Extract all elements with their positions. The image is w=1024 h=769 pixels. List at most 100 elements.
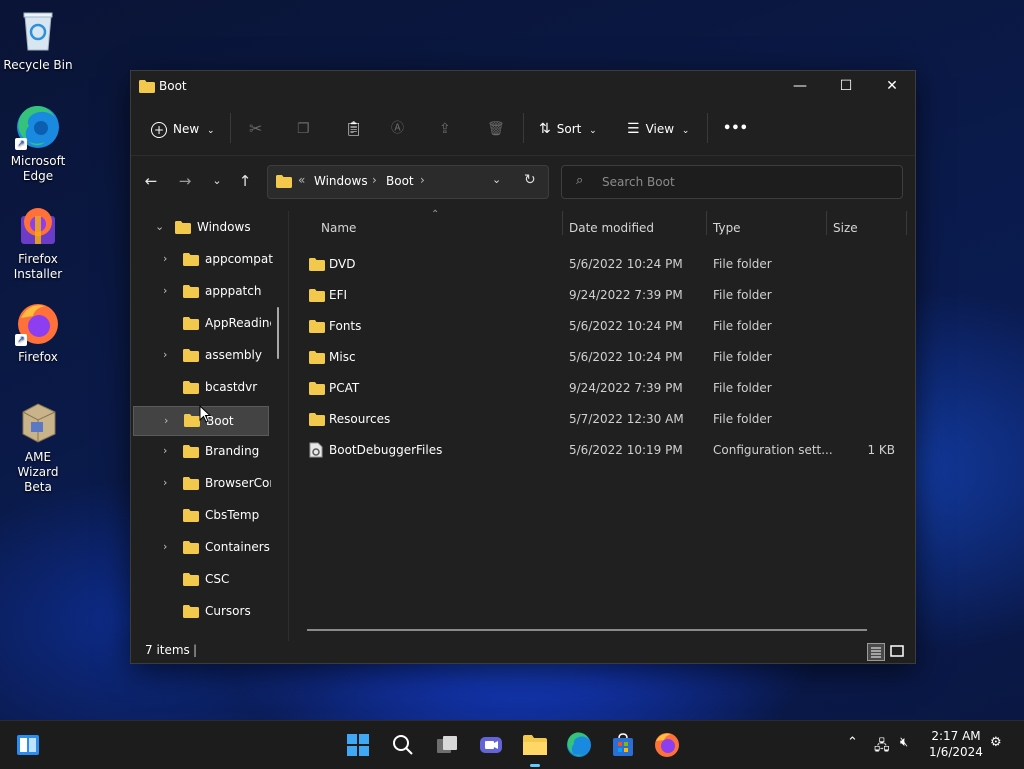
edge-icon[interactable] (565, 731, 593, 759)
widgets-icon[interactable] (14, 731, 42, 759)
desktop-icon-firefox[interactable]: ↗ Firefox (0, 300, 76, 365)
share-icon[interactable]: ⇪ (439, 115, 451, 143)
file-date: 5/6/2022 10:24 PM (569, 350, 683, 364)
column-header-size[interactable]: Size (833, 215, 858, 241)
table-row[interactable]: BootDebuggerFiles 5/6/2022 10:19 PM Conf… (289, 435, 909, 466)
tree-item-apppatch[interactable]: › apppatch (131, 277, 287, 305)
chevron-right-icon[interactable]: › (163, 277, 167, 305)
delete-icon[interactable]: 🗑︎ (487, 115, 505, 143)
desktop-icon-microsoft-edge[interactable]: ↗ Microsoft Edge (0, 104, 76, 184)
address-overflow[interactable]: « (298, 173, 305, 187)
table-row[interactable]: EFI 9/24/2022 7:39 PM File folder (289, 280, 909, 311)
table-row[interactable]: Resources 5/7/2022 12:30 AM File folder (289, 404, 909, 435)
table-row[interactable]: Misc 5/6/2022 10:24 PM File folder (289, 342, 909, 373)
title-bar[interactable]: Boot — ☐ ✕ (131, 71, 915, 101)
sort-icon: ⇅ (539, 121, 551, 137)
chevron-right-icon[interactable]: › (163, 469, 167, 497)
search-input[interactable]: Search Boot (602, 175, 675, 189)
sort-ascending-icon: ⌃ (431, 209, 440, 220)
copy-icon[interactable]: ❐ (297, 115, 310, 143)
tree-item-assembly[interactable]: › assembly (131, 341, 287, 369)
chevron-down-icon: ⌄ (589, 126, 597, 136)
file-type: File folder (713, 412, 772, 426)
folder-icon (183, 349, 199, 362)
large-icons-view-icon[interactable] (889, 643, 905, 659)
maximize-button[interactable]: ☐ (823, 71, 869, 101)
column-separator[interactable] (906, 211, 907, 235)
folder-icon (309, 413, 325, 426)
horizontal-scrollbar[interactable] (307, 629, 867, 631)
window-title: Boot (159, 79, 187, 93)
forward-arrow-icon[interactable]: → (173, 169, 197, 193)
column-header-type[interactable]: Type (713, 215, 741, 241)
tree-item-label: CbsTemp (205, 508, 260, 522)
tree-item-cursors[interactable]: Cursors (131, 597, 287, 625)
column-separator[interactable] (706, 211, 707, 235)
network-icon[interactable]: 🖧︎ (874, 735, 890, 759)
column-header-name[interactable]: Name (321, 215, 356, 241)
microsoft-store-icon[interactable] (609, 731, 637, 759)
search-box[interactable]: ⌕ Search Boot (561, 165, 903, 199)
firefox-icon[interactable] (653, 731, 681, 759)
see-more-button[interactable]: ••• (723, 115, 748, 143)
chevron-right-icon[interactable]: › (163, 245, 167, 273)
edge-icon: ↗ (15, 104, 61, 150)
breadcrumb-boot[interactable]: Boot (386, 174, 414, 188)
file-type: File folder (713, 350, 772, 364)
breadcrumb-windows[interactable]: Windows (314, 174, 368, 188)
tree-item-appcompat[interactable]: › appcompat (131, 245, 287, 273)
show-hidden-icons-chevron-icon[interactable]: ⌃ (847, 735, 858, 750)
command-bar: + New ⌄ ✂ ❐ 📋︎ Ⓐ ⇪ 🗑︎ ⇅ Sort ⌄ ☰ View ⌄ ••• (131, 101, 915, 156)
chevron-right-icon[interactable]: › (163, 437, 167, 465)
rename-icon[interactable]: Ⓐ (391, 115, 404, 143)
back-arrow-icon[interactable]: ← (139, 169, 163, 193)
tree-item-windows[interactable]: ⌄ Windows (131, 213, 287, 241)
file-explorer-taskbar-icon[interactable] (521, 731, 549, 767)
close-button[interactable]: ✕ (869, 71, 915, 101)
tree-item-browsercore[interactable]: › BrowserCore (131, 469, 287, 497)
column-header-date-modified[interactable]: Date modified (569, 215, 654, 241)
tree-item-appreadiness[interactable]: AppReadiness (131, 309, 287, 337)
tree-item-containers[interactable]: › Containers (131, 533, 287, 561)
desktop-icon-label: Firefox (18, 350, 58, 364)
notifications-icon[interactable]: ⚙︎ (990, 735, 1002, 750)
speaker-muted-icon[interactable]: 🔇︎ (900, 735, 908, 750)
details-view-icon[interactable] (867, 643, 885, 661)
desktop-icon-recycle-bin[interactable]: Recycle Bin (0, 8, 76, 73)
minimize-button[interactable]: — (777, 71, 823, 101)
tree-item-bcastdvr[interactable]: bcastdvr (131, 373, 287, 401)
address-bar[interactable]: « Windows › Boot › ⌄ ↻ (267, 165, 549, 199)
folder-icon (183, 605, 199, 618)
file-date: 9/24/2022 7:39 PM (569, 288, 683, 302)
start-windows-icon[interactable] (344, 731, 372, 759)
chevron-right-icon[interactable]: › (163, 533, 167, 561)
column-separator[interactable] (562, 211, 563, 235)
chevron-down-icon[interactable]: ⌄ (155, 213, 164, 241)
chat-icon[interactable] (477, 731, 505, 759)
chevron-right-icon[interactable]: › (163, 341, 167, 369)
table-row[interactable]: DVD 5/6/2022 10:24 PM File folder (289, 249, 909, 280)
new-button[interactable]: + New ⌄ (151, 115, 215, 143)
desktop-icon-firefox-installer[interactable]: Firefox Installer (0, 202, 76, 282)
tree-item-branding[interactable]: › Branding (131, 437, 287, 465)
up-arrow-icon[interactable]: ↑ (233, 169, 257, 193)
task-view-icon[interactable] (433, 731, 461, 759)
view-button[interactable]: ☰ View ⌄ (627, 115, 689, 143)
navigation-pane-scrollbar[interactable] (277, 307, 279, 359)
table-row[interactable]: Fonts 5/6/2022 10:24 PM File folder (289, 311, 909, 342)
refresh-icon[interactable]: ↻ (524, 172, 536, 188)
recent-locations-chevron-icon[interactable]: ⌄ (205, 169, 229, 193)
tree-item-csc[interactable]: CSC (131, 565, 287, 593)
cut-icon[interactable]: ✂ (249, 115, 262, 143)
sort-button[interactable]: ⇅ Sort ⌄ (539, 115, 597, 143)
address-dropdown-chevron-icon[interactable]: ⌄ (492, 173, 501, 186)
file-name: Resources (329, 412, 391, 426)
chevron-right-icon[interactable]: › (164, 407, 168, 435)
tree-item-cbstemp[interactable]: CbsTemp (131, 501, 287, 529)
column-separator[interactable] (826, 211, 827, 235)
table-row[interactable]: PCAT 9/24/2022 7:39 PM File folder (289, 373, 909, 404)
system-clock[interactable]: 2:17 AM 1/6/2024 (926, 728, 986, 760)
desktop-icon-ame-wizard[interactable]: AME Wizard Beta (0, 400, 76, 495)
search-icon[interactable] (389, 731, 417, 759)
paste-icon[interactable]: 📋︎ (345, 115, 363, 143)
